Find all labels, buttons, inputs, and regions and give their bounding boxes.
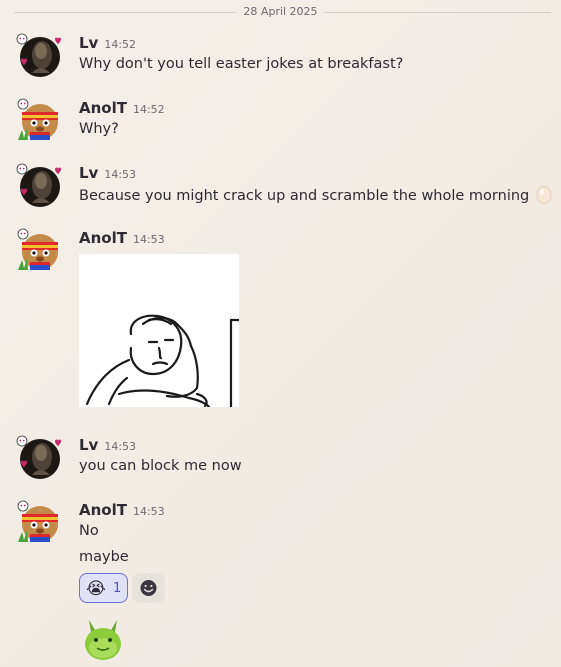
crying-face-icon: 😭 — [86, 579, 106, 599]
message-text: you can block me now — [79, 458, 242, 474]
timestamp: 14:53 — [132, 233, 165, 246]
add-reaction-button[interactable] — [132, 573, 165, 603]
message-text: Why don't you tell easter jokes at break… — [79, 56, 404, 72]
message-text: Because you might crack up and scramble … — [79, 184, 552, 206]
message-text-content: Because you might crack up and scramble … — [79, 188, 530, 204]
timestamp: 14:53 — [104, 440, 137, 453]
message-text: No — [79, 523, 99, 539]
timestamp: 14:52 — [132, 103, 165, 116]
avatar[interactable] — [16, 98, 60, 142]
author-name[interactable]: AnolT — [79, 229, 127, 247]
author-name[interactable]: Lv — [79, 164, 98, 182]
avatar[interactable] — [16, 500, 60, 544]
message-header: Lv 14:53 — [79, 435, 136, 457]
egg-icon — [536, 186, 552, 204]
timestamp: 14:53 — [104, 168, 137, 181]
date-divider-label: 28 April 2025 — [237, 5, 324, 18]
meme-thinking-man-image — [79, 254, 241, 409]
smile-add-reaction-icon — [140, 580, 157, 596]
image-attachment[interactable] — [79, 254, 241, 409]
sticker-image[interactable] — [79, 612, 127, 660]
reaction-chip[interactable]: 😭 1 — [79, 573, 128, 603]
date-divider: 28 April 2025 — [0, 4, 561, 20]
message-header: Lv 14:52 — [79, 33, 136, 55]
message-header: AnolT 14:52 — [79, 98, 165, 120]
avatar[interactable] — [16, 228, 60, 272]
author-name[interactable]: AnolT — [79, 501, 127, 519]
avatar[interactable] — [16, 163, 61, 207]
author-name[interactable]: AnolT — [79, 99, 127, 117]
avatar[interactable] — [16, 435, 61, 479]
timestamp: 14:53 — [132, 505, 165, 518]
message-header: Lv 14:53 — [79, 163, 136, 185]
reaction-count: 1 — [113, 581, 122, 596]
message-text-followup: maybe — [79, 549, 129, 565]
message-header: AnolT 14:53 — [79, 500, 165, 522]
green-creature-sticker-icon — [85, 620, 121, 660]
timestamp: 14:52 — [104, 38, 137, 51]
message-header: AnolT 14:53 — [79, 228, 165, 250]
message-text: Why? — [79, 121, 119, 137]
author-name[interactable]: Lv — [79, 436, 98, 454]
avatar[interactable] — [16, 33, 61, 77]
author-name[interactable]: Lv — [79, 34, 98, 52]
